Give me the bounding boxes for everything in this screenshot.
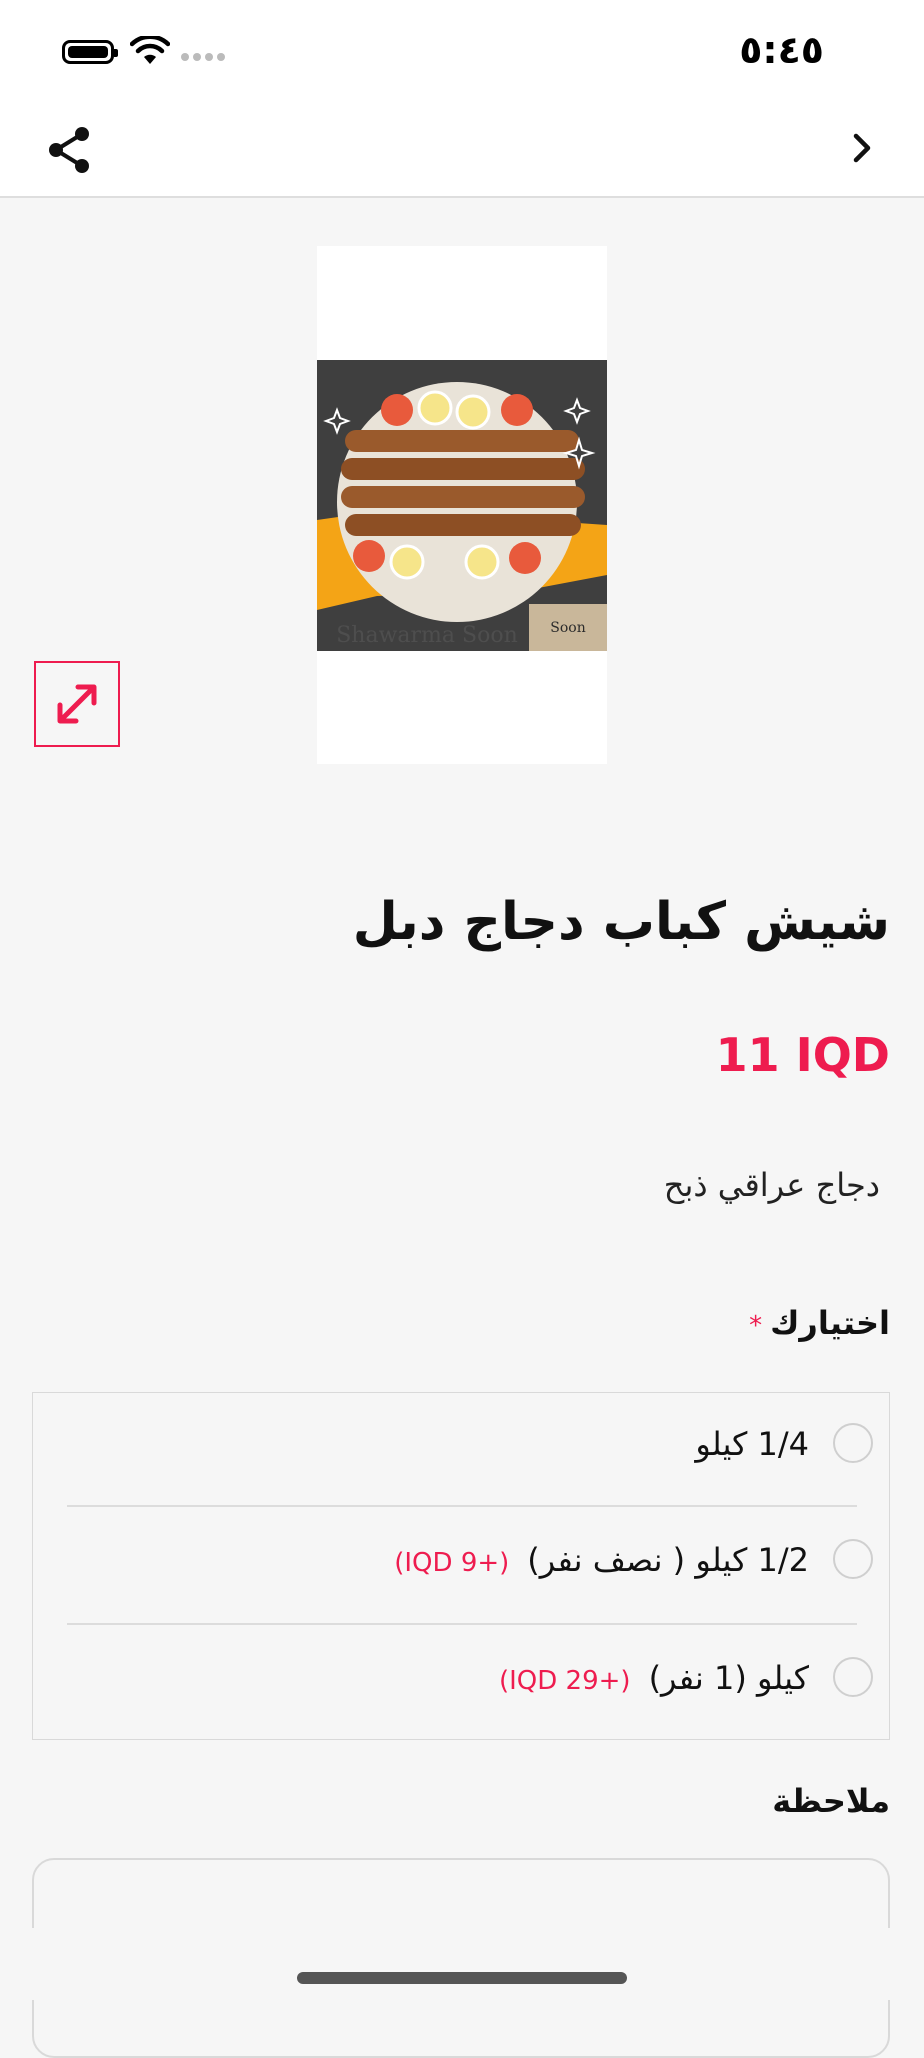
options-section-label: اختيارك* <box>749 1304 890 1342</box>
option-row-half-kilo[interactable]: 1/2 كيلو ( نصف نفر) (+9 IQD) <box>33 1515 889 1605</box>
option-label: كيلو (1 نفر) (+29 IQD) <box>499 1659 809 1697</box>
wifi-icon <box>130 36 170 64</box>
options-card: 1/4 كيلو 1/2 كيلو ( نصف نفر) (+9 IQD) كيل… <box>32 1392 890 1740</box>
product-price: 11 IQD <box>715 1028 890 1082</box>
navigation-bar <box>0 100 924 198</box>
option-label: 1/4 كيلو <box>695 1425 809 1463</box>
option-extra-price: (+29 IQD) <box>498 1666 631 1696</box>
radio-button[interactable] <box>833 1657 873 1697</box>
note-label: ملاحظة <box>772 1782 890 1820</box>
option-row-quarter-kilo[interactable]: 1/4 كيلو <box>33 1399 889 1489</box>
product-title: شيش كباب دجاج دبل <box>352 892 890 952</box>
option-label-text: 1/4 كيلو <box>695 1425 809 1463</box>
radio-button[interactable] <box>833 1539 873 1579</box>
option-extra-price: (+9 IQD) <box>394 1548 510 1578</box>
chevron-right-icon[interactable] <box>840 126 884 170</box>
option-row-full-kilo[interactable]: كيلو (1 نفر) (+29 IQD) <box>33 1633 889 1723</box>
share-icon[interactable] <box>42 122 98 178</box>
expand-icon <box>57 684 97 724</box>
option-label-text: كيلو (1 نفر) <box>648 1659 809 1697</box>
option-label: 1/2 كيلو ( نصف نفر) (+9 IQD) <box>394 1541 809 1579</box>
divider <box>67 1505 857 1507</box>
status-time: ٥:٤٥ <box>739 28 824 72</box>
brand-watermark: Shawarma Soon <box>336 623 518 648</box>
cellular-signal-icon <box>181 53 225 61</box>
battery-icon <box>62 40 118 64</box>
brand-logo-text: Soon <box>550 620 585 636</box>
status-bar: ٥:٤٥ <box>0 0 924 100</box>
bottom-area <box>0 1928 924 2000</box>
option-label-text: 1/2 كيلو ( نصف نفر) <box>527 1541 809 1579</box>
divider <box>67 1623 857 1625</box>
product-description: دجاج عراقي ذبح <box>663 1166 880 1204</box>
options-label-text: اختيارك <box>770 1304 890 1342</box>
product-image[interactable]: Soon Shawarma Soon <box>317 360 607 651</box>
home-indicator[interactable] <box>297 1972 627 1984</box>
required-mark: * <box>749 1311 763 1341</box>
radio-button[interactable] <box>833 1423 873 1463</box>
expand-image-button[interactable] <box>34 661 120 747</box>
